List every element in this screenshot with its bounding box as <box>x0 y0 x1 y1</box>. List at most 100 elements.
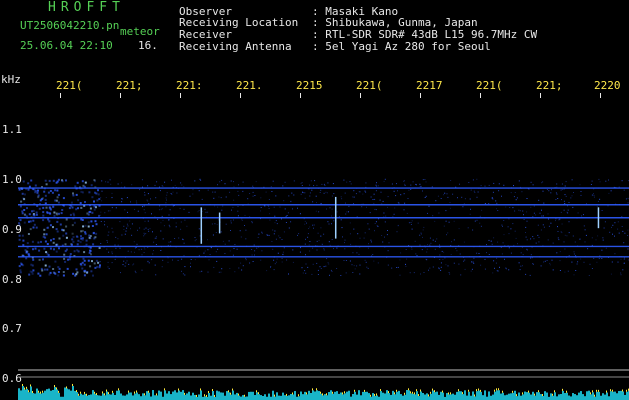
noise-speck <box>309 241 311 242</box>
noise-speck <box>30 179 33 182</box>
noise-speck <box>111 207 113 209</box>
noise-speck <box>107 266 109 268</box>
noise-speck <box>147 193 149 195</box>
noise-speck <box>76 243 79 246</box>
noise-speck <box>548 218 549 220</box>
noise-speck <box>411 228 413 230</box>
noise-speck <box>199 178 201 180</box>
noise-speck <box>81 229 84 232</box>
noise-speck <box>128 263 130 265</box>
power-peak <box>28 390 29 393</box>
noise-speck <box>627 202 629 204</box>
power-bar <box>248 391 250 400</box>
noise-speck <box>137 229 138 231</box>
power-bar <box>194 394 196 400</box>
noise-speck <box>518 180 520 182</box>
noise-speck <box>323 192 325 194</box>
power-bar <box>260 395 262 400</box>
noise-speck <box>344 248 346 250</box>
noise-speck <box>124 209 126 211</box>
noise-speck <box>107 261 109 263</box>
noise-speck <box>399 274 401 276</box>
noise-speck <box>551 189 552 191</box>
noise-speck <box>439 254 441 256</box>
power-bar <box>476 391 478 400</box>
noise-speck <box>265 191 267 193</box>
noise-speck <box>184 219 186 221</box>
noise-speck <box>288 227 290 229</box>
noise-speck <box>154 237 156 239</box>
power-bar <box>146 391 148 400</box>
noise-speck <box>292 208 293 210</box>
noise-speck <box>468 182 470 183</box>
noise-speck <box>18 188 21 191</box>
noise-speck <box>620 274 622 276</box>
noise-speck <box>610 190 612 192</box>
noise-speck <box>42 211 45 214</box>
power-bar <box>354 391 356 400</box>
noise-speck <box>96 199 99 202</box>
noise-speck <box>384 178 386 180</box>
noise-speck <box>533 205 535 207</box>
x-tick: 221: <box>176 79 203 92</box>
noise-speck <box>493 237 495 239</box>
noise-speck <box>486 244 487 246</box>
noise-speck <box>261 231 263 233</box>
noise-speck <box>260 210 261 212</box>
noise-speck <box>83 271 86 274</box>
spectrogram-noise <box>18 178 629 277</box>
noise-speck <box>142 206 143 208</box>
power-bar <box>556 396 558 400</box>
power-peak <box>26 386 27 389</box>
noise-speck <box>22 180 25 183</box>
power-peak <box>128 390 129 393</box>
noise-speck <box>82 237 84 240</box>
noise-speck <box>352 252 354 254</box>
noise-speck <box>326 258 328 260</box>
noise-speck <box>137 210 139 212</box>
noise-speck <box>476 196 478 198</box>
power-bar <box>314 391 316 400</box>
noise-speck <box>426 251 428 253</box>
noise-speck <box>44 240 47 243</box>
noise-speck <box>139 189 141 191</box>
noise-speck <box>41 269 44 272</box>
noise-speck <box>484 258 486 260</box>
power-bar <box>308 390 310 400</box>
noise-speck <box>220 231 222 233</box>
power-bar <box>496 390 498 400</box>
noise-speck <box>422 190 423 192</box>
power-bar <box>596 391 598 400</box>
noise-speck <box>622 269 624 271</box>
noise-speck <box>75 193 78 196</box>
noise-speck <box>556 183 558 185</box>
noise-speck <box>590 184 592 185</box>
power-bar <box>340 392 342 400</box>
noise-speck <box>67 258 69 261</box>
noise-speck <box>605 247 607 249</box>
noise-speck <box>501 224 503 226</box>
noise-speck <box>342 236 343 238</box>
noise-speck <box>300 247 301 249</box>
noise-speck <box>166 192 168 194</box>
noise-speck <box>513 185 514 187</box>
noise-speck <box>305 238 306 240</box>
noise-speck <box>80 190 83 193</box>
noise-speck <box>510 192 512 194</box>
power-bar <box>272 390 274 400</box>
noise-speck <box>309 192 311 194</box>
power-bar <box>116 390 118 400</box>
noise-speck <box>117 238 119 240</box>
noise-speck <box>425 181 427 183</box>
noise-speck <box>82 257 85 260</box>
noise-speck <box>327 221 329 223</box>
noise-speck <box>53 214 56 217</box>
noise-speck <box>552 242 554 244</box>
power-bar <box>382 392 384 400</box>
noise-speck <box>414 240 416 242</box>
noise-speck <box>596 261 598 263</box>
power-bar <box>118 390 120 400</box>
noise-speck <box>356 252 358 254</box>
noise-speck <box>27 182 30 185</box>
noise-speck <box>107 210 109 212</box>
